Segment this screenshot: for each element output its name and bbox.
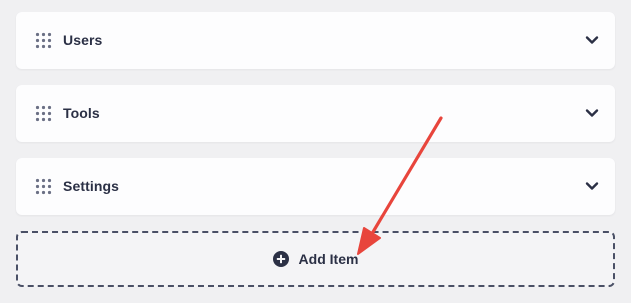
chevron-down-icon[interactable] <box>585 106 599 120</box>
drag-handle-icon[interactable] <box>35 105 52 122</box>
accordion-item-label: Tools <box>63 105 100 121</box>
drag-handle-icon[interactable] <box>35 178 52 195</box>
add-item-button[interactable]: Add Item <box>16 231 615 287</box>
add-item-label: Add Item <box>298 251 359 267</box>
accordion-item-label: Settings <box>63 178 120 194</box>
drag-handle-icon[interactable] <box>35 32 52 49</box>
app-frame: Users Tools Settings Add Item <box>0 0 631 303</box>
plus-circle-icon <box>272 251 289 267</box>
accordion-item-label: Users <box>63 32 103 48</box>
chevron-down-icon[interactable] <box>585 33 599 47</box>
chevron-down-icon[interactable] <box>585 179 599 193</box>
accordion-item-users[interactable]: Users <box>16 12 615 69</box>
accordion-item-settings[interactable]: Settings <box>16 158 615 215</box>
accordion-item-tools[interactable]: Tools <box>16 85 615 142</box>
